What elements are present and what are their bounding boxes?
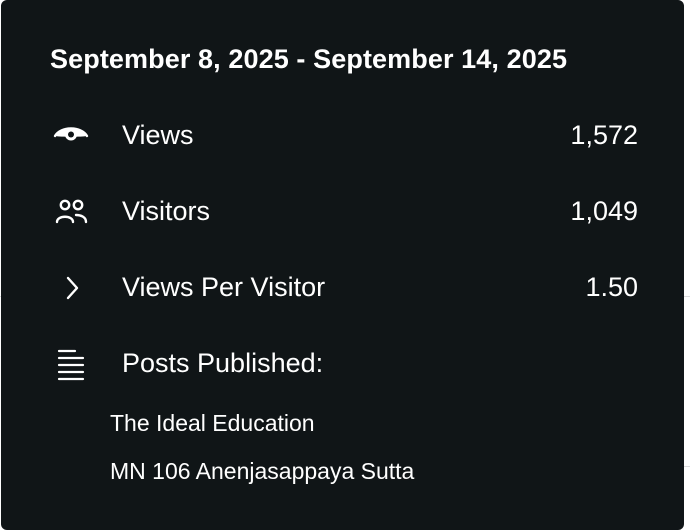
stat-row-visitors: Visitors 1,049 — [1, 192, 684, 232]
stats-tooltip: September 8, 2025 - September 14, 2025 V… — [1, 0, 684, 530]
views-label: Views — [122, 120, 194, 150]
stat-row-views: Views 1,572 — [1, 116, 684, 156]
posts-published-label: Posts Published: — [122, 348, 324, 378]
date-range-title: September 8, 2025 - September 14, 2025 — [50, 44, 568, 74]
views-per-visitor-label: Views Per Visitor — [122, 272, 326, 302]
views-value: 1,572 — [570, 120, 638, 150]
chevron-right-icon — [51, 270, 91, 306]
background-divider — [684, 296, 690, 297]
views-per-visitor-value: 1.50 — [585, 272, 638, 302]
visitors-value: 1,049 — [570, 196, 638, 226]
post-link-anenjasappaya-sutta[interactable]: MN 106 Anenjasappaya Sutta — [110, 458, 414, 485]
lines-icon — [51, 346, 91, 382]
background-divider — [684, 466, 690, 467]
stat-row-views-per-visitor: Views Per Visitor 1.50 — [1, 268, 684, 308]
people-icon — [51, 194, 91, 230]
eye-icon — [51, 118, 91, 154]
post-link-ideal-education[interactable]: The Ideal Education — [110, 410, 315, 437]
visitors-label: Visitors — [122, 196, 211, 226]
stat-row-posts-published: Posts Published: — [1, 344, 684, 384]
